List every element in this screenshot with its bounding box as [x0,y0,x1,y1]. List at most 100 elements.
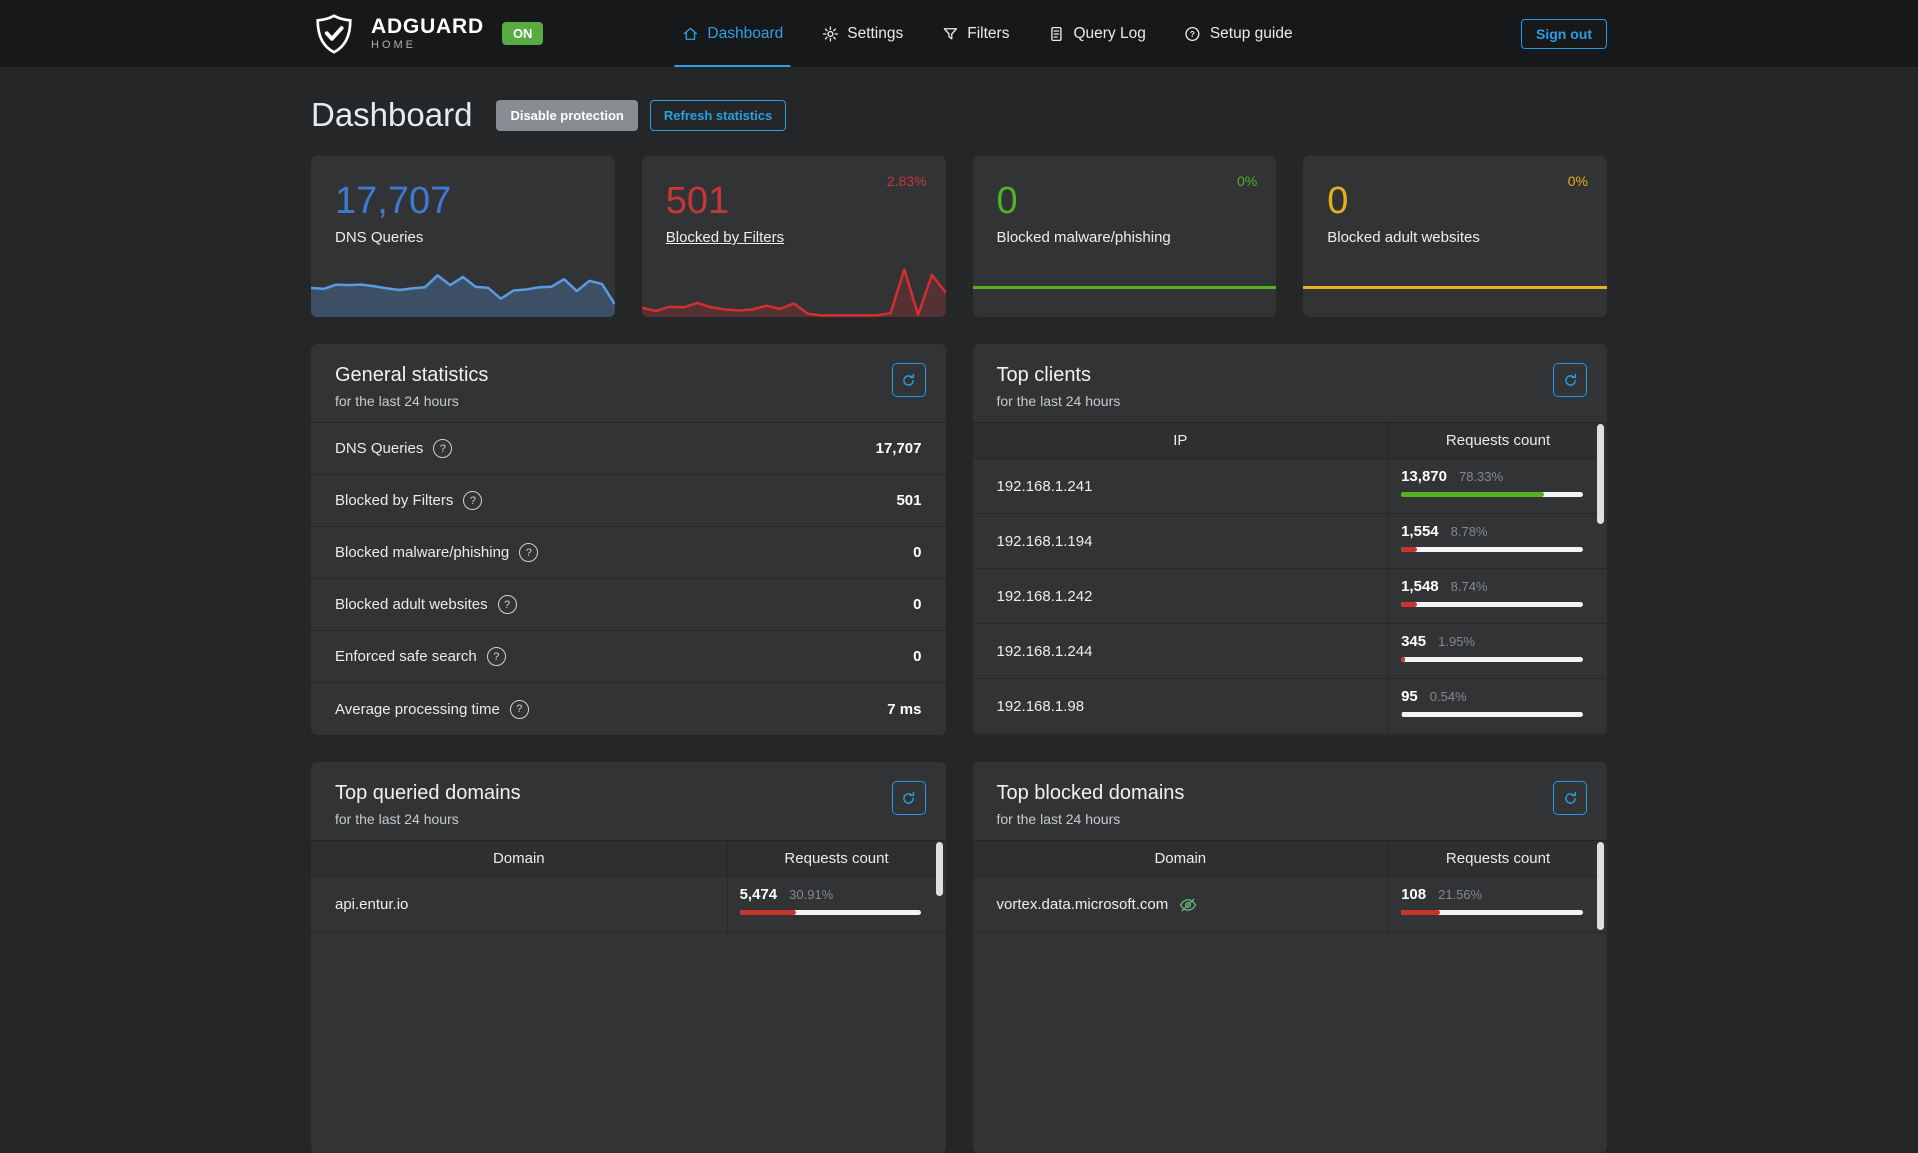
nav-item-label: Query Log [1073,25,1145,43]
panel-header: Top blocked domains for the last 24 hour… [973,762,1608,841]
scrollbar-thumb[interactable] [1597,424,1604,524]
help-icon[interactable]: ? [487,647,506,666]
brand-title: ADGUARD [371,16,484,37]
brand: ADGUARD HOME ON [311,11,543,57]
top-queried-domains-panel: Top queried domains for the last 24 hour… [311,762,946,1153]
requests-percent: 8.78% [1451,524,1488,539]
table-header: Domain Requests count [311,841,946,877]
stat-row: Blocked malware/phishing? 0 [311,527,946,579]
panel-title: Top queried domains [335,782,922,805]
refresh-icon [900,372,917,389]
domain-name[interactable]: api.entur.io [311,877,727,932]
requests-bar [1401,712,1583,717]
stat-label: Blocked malware/phishing [973,220,1277,246]
blocked-adult-sparkline [1303,286,1607,289]
stat-row-label: Blocked adult websites [335,596,488,613]
requests-bar [1401,910,1583,915]
sign-out-button[interactable]: Sign out [1521,19,1607,49]
svg-text:?: ? [1190,30,1195,39]
refresh-icon [1562,790,1579,807]
stat-row: Blocked adult websites? 0 [311,579,946,631]
stat-value: 17,707 [311,156,615,220]
funnel-icon [941,25,959,43]
client-row: 192.168.1.194 1,5548.78% [973,514,1608,569]
help-icon[interactable]: ? [463,491,482,510]
stat-row: Average processing time? 7 ms [311,683,946,735]
requests-bar [740,910,922,915]
client-ip[interactable]: 192.168.1.98 [973,679,1389,733]
nav-item-setup-guide[interactable]: ? Setup guide [1184,0,1293,67]
client-ip[interactable]: 192.168.1.241 [973,459,1389,513]
stat-label: Blocked adult websites [1303,220,1607,246]
panel-subtitle: for the last 24 hours [997,811,1584,827]
gear-icon [821,25,839,43]
blocked-by-filters-sparkline [642,263,946,317]
stat-row-value: 0 [913,648,921,665]
nav-item-label: Settings [847,25,903,43]
help-icon[interactable]: ? [510,700,529,719]
title-row: Dashboard Disable protection Refresh sta… [311,96,1607,134]
stat-row-label: Enforced safe search [335,648,477,665]
help-icon[interactable]: ? [433,439,452,458]
requests-bar [1401,492,1583,497]
nav-item-label: Dashboard [707,25,783,43]
main-nav: Dashboard Settings Filters Query Log [681,0,1292,67]
domain-row: vortex.data.microsoft.com 10821.56% [973,877,1608,933]
panel-subtitle: for the last 24 hours [997,393,1584,409]
column-header-domain: Domain [973,841,1389,876]
stat-row-value: 501 [896,492,921,509]
scrollbar-thumb[interactable] [1597,842,1604,930]
nav-item-settings[interactable]: Settings [821,0,903,67]
table-header: Domain Requests count [973,841,1608,877]
stat-row-label: Blocked by Filters [335,492,453,509]
requests-count: 108 [1401,886,1426,903]
stat-cards-row: 17,707 DNS Queries 501 Blocked by Filter… [311,156,1607,317]
general-statistics-panel: General statistics for the last 24 hours… [311,344,946,735]
requests-bar [1401,602,1583,607]
stat-row-value: 7 ms [887,701,921,718]
requests-count: 5,474 [740,886,778,903]
disable-protection-button[interactable]: Disable protection [496,100,637,131]
dns-queries-sparkline [311,263,615,317]
nav-item-dashboard[interactable]: Dashboard [681,0,783,67]
refresh-panel-button[interactable] [892,363,926,397]
refresh-panel-button[interactable] [892,781,926,815]
eye-off-icon[interactable] [1178,895,1198,915]
refresh-panel-button[interactable] [1553,781,1587,815]
client-ip[interactable]: 192.168.1.242 [973,569,1389,623]
stat-row-value: 0 [913,544,921,561]
refresh-statistics-button[interactable]: Refresh statistics [650,100,786,131]
column-header-requests-count: Requests count [1388,423,1607,458]
stat-row: Enforced safe search? 0 [311,631,946,683]
blocked-by-filters-link[interactable]: Blocked by Filters [666,229,784,246]
stat-card-blocked-adult: 0 Blocked adult websites 0% [1303,156,1607,317]
client-row: 192.168.1.242 1,5488.74% [973,569,1608,624]
stat-percent: 0% [1237,173,1257,189]
panel-title: Top blocked domains [997,782,1584,805]
refresh-panel-button[interactable] [1553,363,1587,397]
column-header-domain: Domain [311,841,727,876]
help-icon[interactable]: ? [498,595,517,614]
stat-card-dns-queries: 17,707 DNS Queries [311,156,615,317]
refresh-icon [1562,372,1579,389]
stat-row-label: DNS Queries [335,440,423,457]
domain-name[interactable]: vortex.data.microsoft.com [997,896,1169,913]
client-row: 192.168.1.241 13,87078.33% [973,459,1608,514]
help-icon[interactable]: ? [519,543,538,562]
blocked-malware-sparkline [973,286,1277,289]
client-ip[interactable]: 192.168.1.244 [973,624,1389,678]
stat-row: Blocked by Filters? 501 [311,475,946,527]
protection-status-badge: ON [502,22,544,45]
scrollbar-thumb[interactable] [936,842,943,896]
stat-card-blocked-malware: 0 Blocked malware/phishing 0% [973,156,1277,317]
home-icon [681,25,699,43]
nav-item-label: Filters [967,25,1009,43]
nav-item-filters[interactable]: Filters [941,0,1009,67]
bottom-panels-row: Top queried domains for the last 24 hour… [311,762,1607,1153]
requests-bar [1401,547,1583,552]
brand-text: ADGUARD HOME [371,16,484,51]
nav-item-query-log[interactable]: Query Log [1047,0,1145,67]
stat-row-label: Average processing time [335,701,500,718]
client-ip[interactable]: 192.168.1.194 [973,514,1389,568]
navbar: ADGUARD HOME ON Dashboard Settings Filte… [0,0,1918,67]
